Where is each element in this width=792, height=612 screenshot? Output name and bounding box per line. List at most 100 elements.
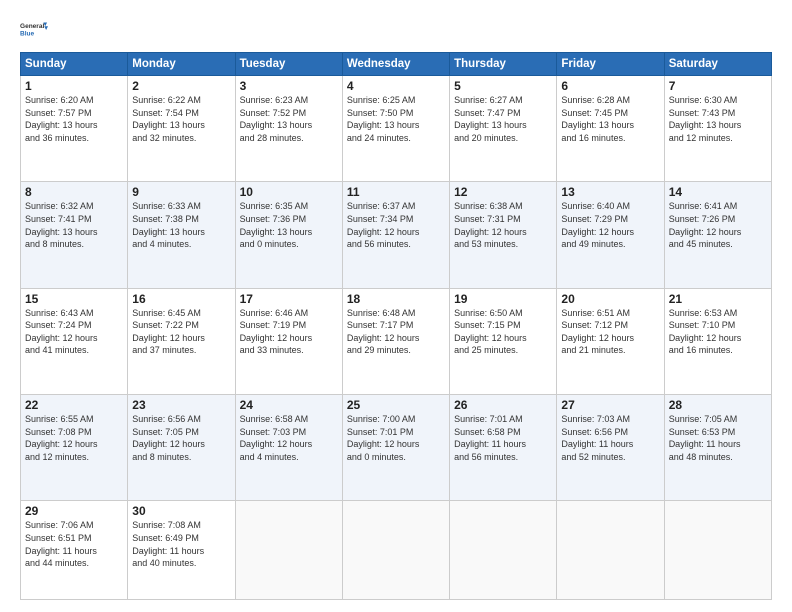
sunset-label: Sunset: 7:03 PM — [240, 427, 307, 437]
daylight-minutes: and 56 minutes. — [347, 239, 411, 249]
daylight-minutes: and 20 minutes. — [454, 133, 518, 143]
daylight-label: Daylight: 12 hours — [454, 227, 527, 237]
sunset-label: Sunset: 7:29 PM — [561, 214, 628, 224]
day-info: Sunrise: 7:03 AMSunset: 6:56 PMDaylight:… — [561, 413, 659, 463]
calendar-cell: 29Sunrise: 7:06 AMSunset: 6:51 PMDayligh… — [21, 501, 128, 600]
sunset-label: Sunset: 6:56 PM — [561, 427, 628, 437]
sunrise-label: Sunrise: 6:22 AM — [132, 95, 201, 105]
calendar-cell: 18Sunrise: 6:48 AMSunset: 7:17 PMDayligh… — [342, 288, 449, 394]
header: General Blue — [20, 16, 772, 44]
sunrise-label: Sunrise: 7:06 AM — [25, 520, 94, 530]
day-info: Sunrise: 7:06 AM Sunset: 6:51 PM Daylight:… — [25, 519, 123, 569]
sunset-label: Sunset: 6:49 PM — [132, 533, 199, 543]
day-info: Sunrise: 6:46 AMSunset: 7:19 PMDaylight:… — [240, 307, 338, 357]
sunrise-label: Sunrise: 6:43 AM — [25, 308, 94, 318]
calendar-cell — [450, 501, 557, 600]
day-number: 12 — [454, 185, 552, 199]
daylight-label: Daylight: 11 hours — [25, 546, 97, 556]
svg-text:General: General — [20, 23, 44, 30]
day-number: 4 — [347, 79, 445, 93]
daylight-minutes: and 4 minutes. — [240, 452, 299, 462]
daylight-label: Daylight: 13 hours — [240, 120, 313, 130]
calendar-cell: 20Sunrise: 6:51 AMSunset: 7:12 PMDayligh… — [557, 288, 664, 394]
calendar-week-4: 22Sunrise: 6:55 AMSunset: 7:08 PMDayligh… — [21, 394, 772, 500]
day-number: 19 — [454, 292, 552, 306]
day-info: Sunrise: 6:32 AMSunset: 7:41 PMDaylight:… — [25, 200, 123, 250]
sunrise-label: Sunrise: 6:55 AM — [25, 414, 94, 424]
daylight-label: Daylight: 12 hours — [132, 333, 205, 343]
calendar-cell — [557, 501, 664, 600]
day-number: 6 — [561, 79, 659, 93]
sunrise-label: Sunrise: 6:37 AM — [347, 201, 416, 211]
sunrise-label: Sunrise: 6:50 AM — [454, 308, 523, 318]
day-info: Sunrise: 6:45 AMSunset: 7:22 PMDaylight:… — [132, 307, 230, 357]
daylight-minutes: and 0 minutes. — [347, 452, 406, 462]
day-info: Sunrise: 6:41 AMSunset: 7:26 PMDaylight:… — [669, 200, 767, 250]
day-info: Sunrise: 7:00 AMSunset: 7:01 PMDaylight:… — [347, 413, 445, 463]
daylight-label: Daylight: 13 hours — [25, 120, 98, 130]
sunrise-label: Sunrise: 6:46 AM — [240, 308, 309, 318]
calendar-cell: 22Sunrise: 6:55 AMSunset: 7:08 PMDayligh… — [21, 394, 128, 500]
sunrise-label: Sunrise: 6:51 AM — [561, 308, 630, 318]
calendar-cell: 6Sunrise: 6:28 AMSunset: 7:45 PMDaylight… — [557, 76, 664, 182]
logo-icon: General Blue — [20, 16, 48, 44]
day-info: Sunrise: 6:35 AMSunset: 7:36 PMDaylight:… — [240, 200, 338, 250]
weekday-header-row: Sunday Monday Tuesday Wednesday Thursday… — [21, 53, 772, 76]
sunrise-label: Sunrise: 6:56 AM — [132, 414, 201, 424]
day-info: Sunrise: 6:51 AMSunset: 7:12 PMDaylight:… — [561, 307, 659, 357]
sunrise-label: Sunrise: 7:01 AM — [454, 414, 523, 424]
daylight-label: Daylight: 13 hours — [240, 227, 313, 237]
calendar-cell: 10Sunrise: 6:35 AMSunset: 7:36 PMDayligh… — [235, 182, 342, 288]
day-number: 9 — [132, 185, 230, 199]
header-friday: Friday — [557, 53, 664, 76]
daylight-minutes: and 21 minutes. — [561, 345, 625, 355]
daylight-minutes: and 48 minutes. — [669, 452, 733, 462]
daylight-label: Daylight: 13 hours — [669, 120, 742, 130]
svg-text:Blue: Blue — [20, 31, 34, 38]
sunset-label: Sunset: 6:53 PM — [669, 427, 736, 437]
day-info: Sunrise: 6:43 AMSunset: 7:24 PMDaylight:… — [25, 307, 123, 357]
calendar-cell: 17Sunrise: 6:46 AMSunset: 7:19 PMDayligh… — [235, 288, 342, 394]
day-info: Sunrise: 6:22 AMSunset: 7:54 PMDaylight:… — [132, 94, 230, 144]
calendar-cell: 28Sunrise: 7:05 AMSunset: 6:53 PMDayligh… — [664, 394, 771, 500]
calendar-cell: 24Sunrise: 6:58 AMSunset: 7:03 PMDayligh… — [235, 394, 342, 500]
calendar-cell: 3Sunrise: 6:23 AMSunset: 7:52 PMDaylight… — [235, 76, 342, 182]
sunset-label: Sunset: 7:01 PM — [347, 427, 414, 437]
day-number: 16 — [132, 292, 230, 306]
daylight-label: Daylight: 12 hours — [669, 227, 742, 237]
sunrise-label: Sunrise: 7:00 AM — [347, 414, 416, 424]
daylight-minutes: and 8 minutes. — [25, 239, 84, 249]
header-tuesday: Tuesday — [235, 53, 342, 76]
daylight-minutes: and 52 minutes. — [561, 452, 625, 462]
daylight-minutes: and 12 minutes. — [669, 133, 733, 143]
daylight-minutes: and 8 minutes. — [132, 452, 191, 462]
day-info: Sunrise: 6:23 AMSunset: 7:52 PMDaylight:… — [240, 94, 338, 144]
day-number: 28 — [669, 398, 767, 412]
day-number: 1 — [25, 79, 123, 93]
sunset-label: Sunset: 7:57 PM — [25, 108, 92, 118]
sunset-label: Sunset: 7:22 PM — [132, 320, 199, 330]
calendar-cell: 7Sunrise: 6:30 AMSunset: 7:43 PMDaylight… — [664, 76, 771, 182]
sunset-label: Sunset: 7:12 PM — [561, 320, 628, 330]
calendar-cell: 23Sunrise: 6:56 AMSunset: 7:05 PMDayligh… — [128, 394, 235, 500]
day-info: Sunrise: 6:27 AMSunset: 7:47 PMDaylight:… — [454, 94, 552, 144]
sunset-label: Sunset: 7:05 PM — [132, 427, 199, 437]
day-number: 27 — [561, 398, 659, 412]
sunset-label: Sunset: 6:51 PM — [25, 533, 92, 543]
day-number: 3 — [240, 79, 338, 93]
sunrise-label: Sunrise: 6:38 AM — [454, 201, 523, 211]
daylight-label: Daylight: 11 hours — [454, 439, 526, 449]
calendar-cell: 19Sunrise: 6:50 AMSunset: 7:15 PMDayligh… — [450, 288, 557, 394]
sunset-label: Sunset: 7:26 PM — [669, 214, 736, 224]
calendar-cell: 30Sunrise: 7:08 AMSunset: 6:49 PMDayligh… — [128, 501, 235, 600]
calendar-week-2: 8Sunrise: 6:32 AMSunset: 7:41 PMDaylight… — [21, 182, 772, 288]
day-number: 15 — [25, 292, 123, 306]
daylight-label: Daylight: 11 hours — [132, 546, 204, 556]
header-saturday: Saturday — [664, 53, 771, 76]
calendar-cell: 11Sunrise: 6:37 AMSunset: 7:34 PMDayligh… — [342, 182, 449, 288]
day-info: Sunrise: 7:01 AMSunset: 6:58 PMDaylight:… — [454, 413, 552, 463]
daylight-label: Daylight: 12 hours — [240, 333, 313, 343]
day-number: 25 — [347, 398, 445, 412]
calendar-cell: 26Sunrise: 7:01 AMSunset: 6:58 PMDayligh… — [450, 394, 557, 500]
day-number: 8 — [25, 185, 123, 199]
